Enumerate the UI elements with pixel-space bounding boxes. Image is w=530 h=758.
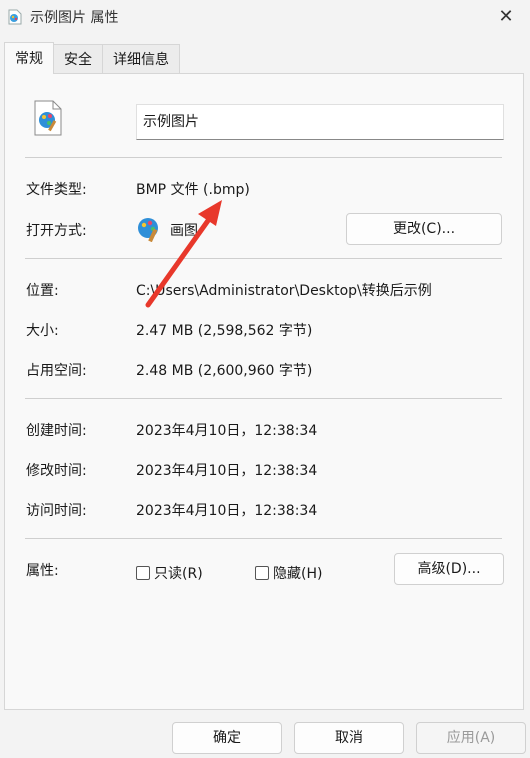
window-title: 示例图片 属性 [30,10,119,26]
open-with-label: 打开方式: [26,223,87,239]
accessed-value: 2023年4月10日，12:38:34 [136,503,318,519]
readonly-checkbox[interactable]: 只读(R) [136,563,203,583]
readonly-label: 只读(R) [154,566,203,582]
tab-security[interactable]: 安全 [53,44,103,74]
advanced-button[interactable]: 高级(D)... [394,553,504,585]
divider [25,157,502,158]
general-panel: 示例图片 文件类型: BMP 文件 (.bmp) 打开方式: 画图 更改(C).… [4,73,524,710]
location-value: C:\Users\Administrator\Desktop\转换后示例 [136,283,432,299]
hidden-label: 隐藏(H) [273,566,323,582]
disk-size-label: 占用空间: [26,363,87,379]
size-label: 大小: [26,323,59,339]
divider [25,258,502,259]
paint-icon [138,218,158,242]
title-bar: 示例图片 属性 ✕ [0,0,530,36]
close-icon[interactable]: ✕ [494,4,518,28]
divider [25,398,502,399]
attributes-label: 属性: [26,563,59,579]
file-type-label: 文件类型: [26,182,87,198]
paint-app-icon [8,9,22,25]
size-value: 2.47 MB (2,598,562 字节) [136,323,313,339]
hidden-checkbox[interactable]: 隐藏(H) [255,563,322,583]
created-label: 创建时间: [26,423,87,439]
open-with-value: 画图 [170,223,198,239]
accessed-label: 访问时间: [26,503,87,519]
ok-button[interactable]: 确定 [172,722,282,754]
disk-size-value: 2.48 MB (2,600,960 字节) [136,363,313,379]
tab-details[interactable]: 详细信息 [102,44,180,74]
checkbox-box[interactable] [136,566,150,580]
tab-strip: 常规 安全 详细信息 [4,42,180,74]
created-value: 2023年4月10日，12:38:34 [136,423,318,439]
tab-general[interactable]: 常规 [4,42,54,74]
cancel-button[interactable]: 取消 [294,722,404,754]
divider [25,538,502,539]
checkbox-box[interactable] [255,566,269,580]
filename-input[interactable]: 示例图片 [136,104,504,140]
location-label: 位置: [26,283,59,299]
apply-button[interactable]: 应用(A) [416,722,526,754]
change-button[interactable]: 更改(C)... [346,213,502,245]
file-type-value: BMP 文件 (.bmp) [136,182,250,198]
modified-value: 2023年4月10日，12:38:34 [136,463,318,479]
modified-label: 修改时间: [26,463,87,479]
file-icon [34,100,62,136]
